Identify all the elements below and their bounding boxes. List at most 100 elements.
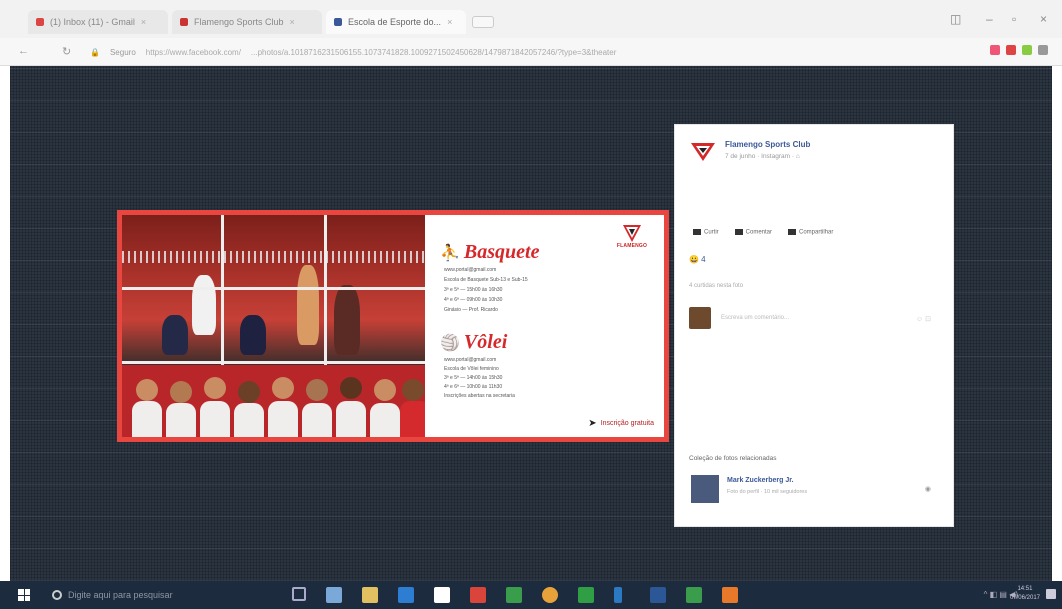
notification-icon[interactable]: [1046, 589, 1056, 599]
like-icon: [693, 229, 701, 235]
flyer-content: FLAMENGO ⛹ Basquete www.portal@gmail.com…: [122, 215, 664, 437]
share-icon: [788, 229, 797, 235]
tab-flamengo[interactable]: Flamengo Sports Club ×: [172, 10, 322, 34]
basquete-title: Basquete: [463, 241, 540, 263]
arrow-right-icon: ➤: [588, 418, 597, 429]
edge-icon[interactable]: [326, 587, 342, 603]
address-bar: ← ↻ 🔒 Seguro https://www.facebook.com/ .…: [0, 38, 1062, 66]
collage-divider: [122, 287, 425, 290]
cta-inscricao: ➤ Inscrição gratuita: [588, 418, 654, 429]
extension-icons: [990, 45, 1048, 55]
comment-input[interactable]: Escreva um comentário...: [717, 311, 927, 327]
photo-flyer[interactable]: FLAMENGO ⛹ Basquete www.portal@gmail.com…: [117, 210, 669, 442]
basquete-line: 4ª e 6ª — 09h00 às 10h30: [444, 297, 503, 303]
app-icon[interactable]: [434, 587, 450, 603]
volleyball-net: [122, 251, 425, 263]
like-button[interactable]: Curtir: [693, 229, 719, 236]
start-button[interactable]: [18, 589, 30, 601]
minimize-icon[interactable]: –: [986, 12, 993, 26]
user-icon[interactable]: ◫: [950, 12, 961, 26]
close-icon[interactable]: ×: [141, 17, 146, 27]
maximize-icon[interactable]: ▫: [1012, 12, 1016, 26]
related-avatar[interactable]: [691, 475, 719, 503]
chrome-icon[interactable]: [542, 587, 558, 603]
player-figure: [297, 265, 319, 345]
tab-label: Escola de Esporte do...: [348, 17, 442, 27]
page-name-link[interactable]: Flamengo Sports Club: [725, 140, 810, 149]
extension-icon[interactable]: [1022, 45, 1032, 55]
browser-tab-strip: (1) Inbox (11) - Gmail × Flamengo Sports…: [0, 0, 1062, 38]
menu-icon[interactable]: [1038, 45, 1048, 55]
volei-line: 4ª e 6ª — 10h00 às 11h30: [444, 384, 503, 390]
page-avatar-icon[interactable]: [691, 141, 715, 163]
flyer-photo-collage: [122, 215, 425, 437]
taskbar-search[interactable]: Digite aqui para pesquisar: [52, 585, 232, 605]
opera-icon[interactable]: [470, 587, 486, 603]
player-figure: [162, 315, 188, 355]
likes-count[interactable]: 4 curtidas nesta foto: [689, 283, 743, 289]
clock[interactable]: 14:51 07/06/2017: [1010, 585, 1040, 603]
app-icon[interactable]: [614, 587, 622, 603]
clock-time: 14:51: [1017, 586, 1033, 592]
basquete-line: Ginásio — Prof. Ricardo: [444, 307, 498, 313]
logo-label: FLAMENGO: [616, 243, 648, 249]
related-sub: Foto do perfil · 10 mil seguidores: [727, 489, 808, 495]
comment-icon: [734, 229, 743, 235]
basquete-line: Escola de Basquete Sub-13 e Sub-15: [444, 277, 528, 283]
close-icon[interactable]: ×: [290, 17, 295, 27]
app-icon[interactable]: [686, 587, 702, 603]
basketball-icon: ⛹: [440, 244, 460, 262]
clock-date: 07/06/2017: [1009, 595, 1040, 601]
player-figure: [334, 285, 360, 355]
volei-line: www.portal@gmail.com: [444, 357, 497, 363]
tab-label: (1) Inbox (11) - Gmail: [50, 17, 135, 27]
volei-line: Escola de Vôlei feminino: [444, 366, 499, 372]
player-figure: [240, 315, 266, 355]
tab-label: Flamengo Sports Club: [194, 17, 284, 27]
close-window-icon[interactable]: ×: [1040, 12, 1047, 26]
taskbar: Digite aqui para pesquisar ^ ◧ ▤ ◀) 14:5…: [0, 581, 1062, 609]
url-text: https://www.facebook.com/: [145, 47, 241, 57]
volleyball-icon: 🏐: [440, 334, 460, 352]
extension-icon[interactable]: [1006, 45, 1016, 55]
share-button[interactable]: Compartilhar: [788, 229, 833, 236]
related-action-icon[interactable]: ◉: [925, 485, 931, 493]
excel-icon[interactable]: [578, 587, 594, 603]
facebook-post-panel: Flamengo Sports Club 7 de junho · Instag…: [674, 124, 954, 527]
volei-title: Vôlei: [463, 331, 508, 353]
store-icon[interactable]: [398, 587, 414, 603]
page-icon: [180, 18, 188, 26]
flyer-info-panel: FLAMENGO ⛹ Basquete www.portal@gmail.com…: [430, 215, 664, 437]
reload-icon[interactable]: ↻: [62, 45, 71, 58]
volei-line: 3ª e 5ª — 14h00 às 15h30: [444, 375, 503, 381]
close-icon[interactable]: ×: [447, 17, 452, 27]
related-label: Coleção de fotos relacionadas: [689, 455, 777, 462]
volei-line: Inscrições abertas na secretaria: [444, 393, 515, 399]
basquete-line: 3ª e 5ª — 15h00 às 16h30: [444, 287, 503, 293]
file-explorer-icon[interactable]: [362, 587, 378, 603]
lock-icon: 🔒: [90, 47, 100, 57]
collage-divider: [122, 361, 425, 364]
extension-icon[interactable]: [990, 45, 1000, 55]
app-icon[interactable]: [722, 587, 738, 603]
back-icon[interactable]: ←: [18, 45, 29, 57]
reactions-summary[interactable]: 😀 4: [689, 255, 706, 264]
task-view-icon[interactable]: [292, 587, 306, 601]
volei-heading: 🏐 Vôlei: [440, 331, 507, 354]
app-icon[interactable]: [506, 587, 522, 603]
tab-gmail[interactable]: (1) Inbox (11) - Gmail ×: [28, 10, 168, 34]
related-name-link[interactable]: Mark Zuckerberg Jr.: [727, 477, 794, 484]
word-icon[interactable]: [650, 587, 666, 603]
post-actions: Curtir Comentar Compartilhar: [693, 229, 833, 236]
emoji-icon[interactable]: ☺ ⊡: [916, 315, 931, 323]
team-photo: [122, 365, 425, 437]
cortana-icon: [52, 590, 62, 600]
new-tab-button[interactable]: [472, 16, 494, 28]
url-path: ...photos/a.1018716231506155.1073741828.…: [250, 47, 617, 57]
comment-button[interactable]: Comentar: [734, 229, 772, 236]
search-placeholder: Digite aqui para pesquisar: [68, 590, 173, 600]
tab-facebook[interactable]: Escola de Esporte do... ×: [326, 10, 466, 34]
gmail-icon: [36, 18, 44, 26]
url-field[interactable]: 🔒 Seguro https://www.facebook.com/ ...ph…: [86, 43, 966, 61]
security-label: Seguro: [109, 47, 136, 57]
